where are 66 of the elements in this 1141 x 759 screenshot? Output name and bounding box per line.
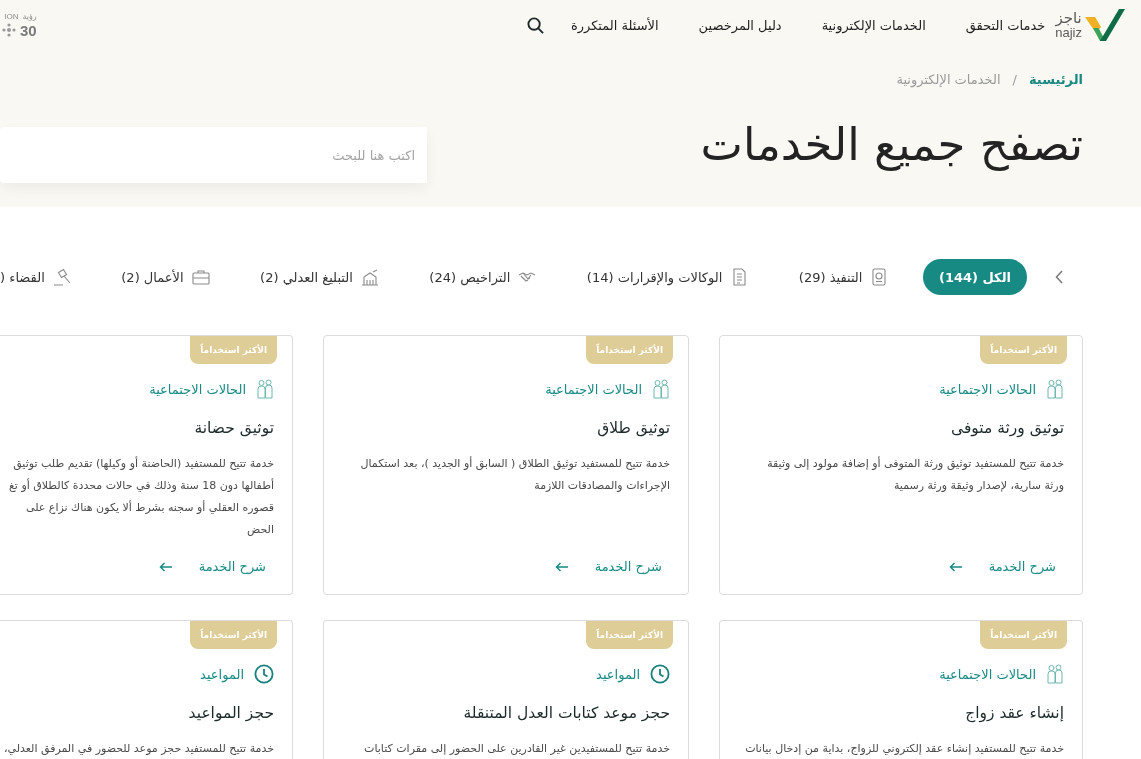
nav-link[interactable]: الخدمات الإلكترونية <box>821 17 926 33</box>
category-label: الحالات الاجتماعية <box>545 381 642 397</box>
category-label: الحالات الاجتماعية <box>939 381 1036 397</box>
category-label: المواعيد <box>596 666 640 682</box>
category-tab[interactable]: الأعمال (2) <box>105 259 226 295</box>
service-title: حجز المواعيد <box>188 704 274 722</box>
arrow-left-icon <box>554 561 569 572</box>
usage-badge: الأكثر استخداماً <box>980 621 1067 649</box>
details-link[interactable]: شرح الخدمة <box>158 559 274 574</box>
logo-text: 30 <box>20 22 37 38</box>
family-icon <box>1046 379 1064 399</box>
category-label: المواعيد <box>200 666 244 682</box>
breadcrumb-link[interactable]: الرئيسية <box>1028 71 1083 87</box>
document-icon <box>730 268 749 286</box>
logo-text: ION <box>4 12 19 21</box>
service-title: توثيق حضانة <box>194 419 274 437</box>
briefcase-icon <box>191 268 210 286</box>
category-label: الحالات الاجتماعية <box>149 381 246 397</box>
service-description: خدمة تتيح للمستفيد (الحاضنة أو وكيلها) تقديم طلب توثيق أطفالها دون 18 سنة وذلك في حالات محددة كالطلاق أو تغ قصوره العقلي أو سجنه بشرط ألا يكون هناك نزاع على الحض <box>7 455 274 538</box>
service-title: إنشاء عقد زواج <box>965 704 1064 722</box>
nav-link[interactable]: دليل المرخصين <box>698 17 782 33</box>
ornament-icon <box>2 23 16 37</box>
category-tab[interactable]: القضاء ( <box>0 259 87 295</box>
breadcrumb-current: الخدمات الإلكترونية <box>896 71 1001 87</box>
service-description: خدمة تتيح للمستفيدين غير القادرين على الحضور إلى مقرات كتابات <box>364 741 670 757</box>
category-label: الحالات الاجتماعية <box>939 666 1036 682</box>
stamped-document-icon <box>870 268 889 286</box>
page-title: تصفح جميع الخدمات <box>700 120 1083 170</box>
logo-text: najiz <box>1055 26 1082 39</box>
search-icon[interactable] <box>526 16 544 34</box>
category-tab[interactable]: الوكالات والإقرارات (14) <box>570 259 765 295</box>
usage-badge: الأكثر استخداماً <box>586 621 673 649</box>
logo-text: رؤية <box>22 12 37 21</box>
category-tab[interactable]: التبليغ العدلي (2) <box>244 259 395 295</box>
clock-icon <box>254 664 274 684</box>
clock-icon <box>650 664 670 684</box>
usage-badge: الأكثر استخداماً <box>190 621 277 649</box>
building-icon <box>360 268 379 286</box>
arrow-left-icon <box>948 561 963 572</box>
service-title: توثيق ورثة متوفى <box>951 419 1064 437</box>
details-link[interactable]: شرح الخدمة <box>554 559 670 574</box>
search-field[interactable]: اكتب هنا للبحث <box>0 127 427 183</box>
family-icon <box>1046 664 1064 684</box>
service-description: خدمة تتيح للمستفيد حجز موعد للحضور في المرفق العدلي، <box>3 741 274 757</box>
nav-link[interactable]: خدمات التحقق <box>965 17 1046 33</box>
nav-link[interactable]: الأسئلة المتكررة <box>570 17 659 33</box>
service-description: خدمة تتيح للمستفيد توثيق ورثة المتوفى أو إضافة مولود إلى وثيقة ورثة سارية، لإصدار وثيقة ورثة رسمية <box>767 455 1064 494</box>
service-description: خدمة تتيح للمستفيد توثيق الطلاق ( السابق أو الجديد )، بعد استكمال الإجراءات والمصادقات اللازمة <box>360 455 670 494</box>
details-link[interactable]: شرح الخدمة <box>948 559 1064 574</box>
chevron-left-icon[interactable] <box>1055 270 1063 284</box>
category-tab[interactable]: التراخيص (24) <box>413 259 553 295</box>
usage-badge: الأكثر استخداماً <box>586 336 673 364</box>
breadcrumb-separator: / <box>1012 71 1017 87</box>
usage-badge: الأكثر استخداماً <box>980 336 1067 364</box>
service-title: حجز موعد كتابات العدل المتنقلة <box>463 704 670 722</box>
family-icon <box>652 379 670 399</box>
usage-badge: الأكثر استخداماً <box>190 336 277 364</box>
checkmark-logo-icon <box>1085 8 1125 42</box>
logo-text: ناجز <box>1055 11 1082 26</box>
gavel-icon <box>52 268 71 286</box>
family-icon <box>256 379 274 399</box>
arrow-left-icon <box>158 561 173 572</box>
service-title: توثيق طلاق <box>597 419 670 437</box>
category-tab[interactable]: التنفيذ (29) <box>782 259 905 295</box>
category-tab[interactable]: الكل (144) <box>922 259 1027 295</box>
service-description: خدمة تتيح للمستفيد إنشاء عقد إلكتروني للزواج، بداية من إدخال بيانات <box>745 741 1064 757</box>
